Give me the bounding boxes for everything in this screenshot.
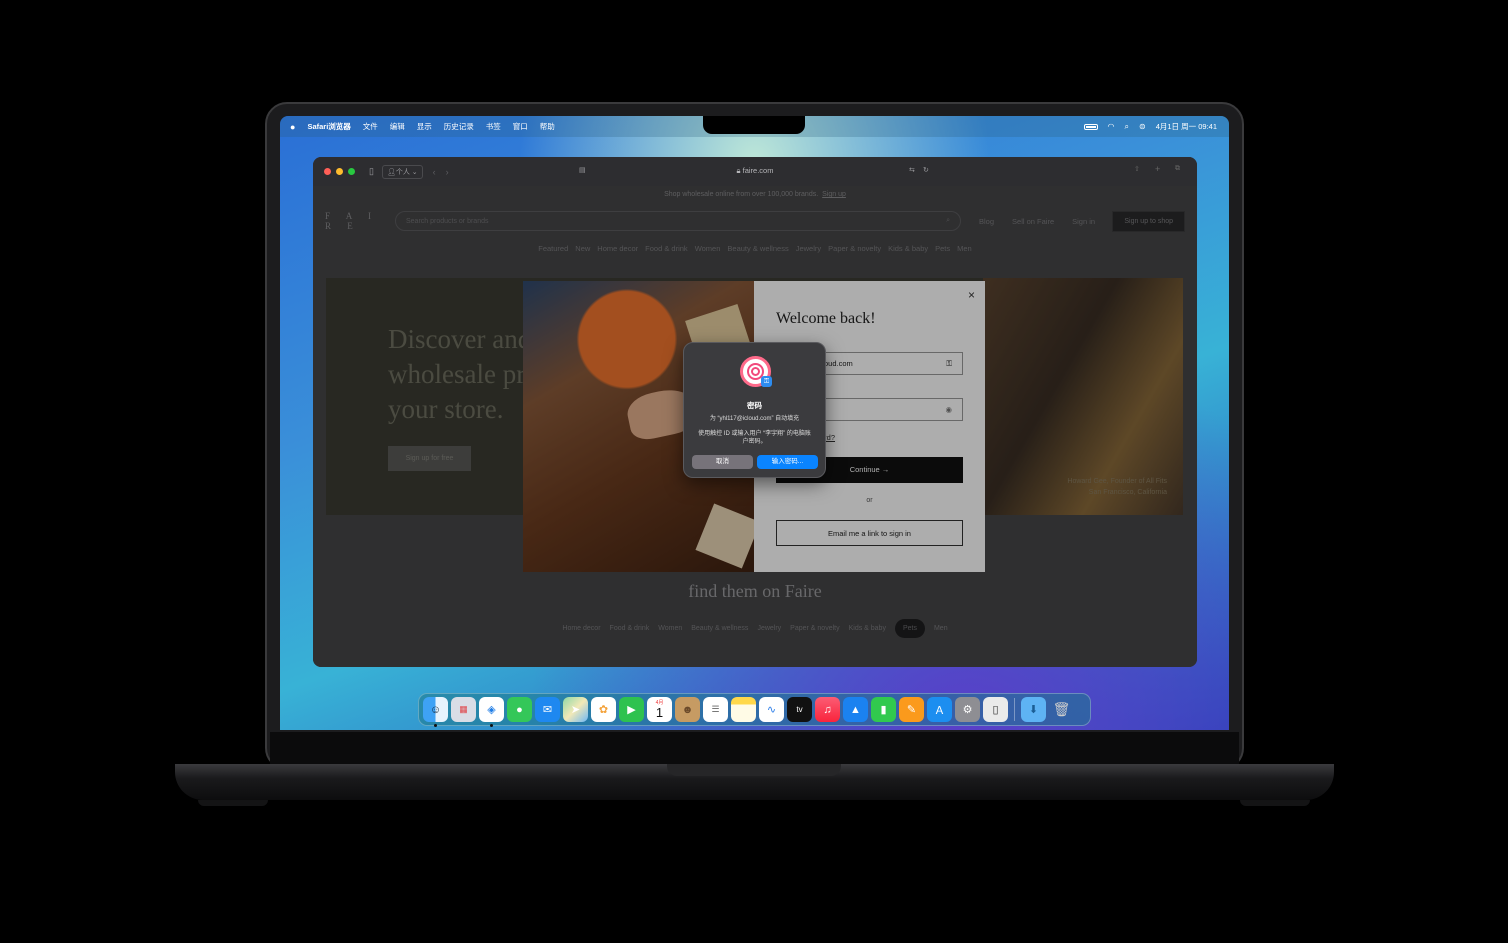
app-menu[interactable]: Safari浏览器: [307, 121, 350, 132]
menu-window[interactable]: 窗口: [513, 121, 528, 132]
safari-icon[interactable]: ◈: [479, 697, 504, 727]
url-text: faire.com: [742, 166, 774, 175]
finder-icon[interactable]: ☺: [423, 697, 448, 727]
new-tab-icon[interactable]: +: [1155, 164, 1160, 174]
app-store-icon[interactable]: Ａ: [927, 697, 952, 722]
calendar-icon[interactable]: 4月 1: [647, 697, 672, 722]
dialog-title: 密码: [747, 401, 762, 410]
numbers-icon[interactable]: ▮: [871, 697, 896, 722]
dialog-subtitle: 为 “yhl117@icloud.com” 自动填充: [709, 416, 800, 422]
camera-notch: [703, 116, 805, 134]
menu-clock[interactable]: 4月1日 周一 09:41: [1156, 121, 1217, 132]
keynote-icon[interactable]: ▲: [843, 697, 868, 722]
dialog-body: 使用触控 ID 或输入用户 “李宇翔” 的电脑账户密码。: [698, 431, 811, 445]
tv-label: tv: [796, 705, 803, 714]
notes-icon[interactable]: [731, 697, 756, 722]
calendar-day: 1: [655, 705, 664, 720]
spotlight-icon[interactable]: ⌕: [1125, 122, 1129, 132]
address-bar[interactable]: 🔒︎ faire.com: [313, 166, 1197, 176]
tabs-icon[interactable]: ⧉: [1175, 165, 1180, 173]
downloads-folder-icon[interactable]: ⬇: [1021, 697, 1046, 722]
system-settings-icon[interactable]: ⚙: [955, 697, 980, 722]
passwords-app-badge-icon: ⚿: [761, 376, 772, 387]
menu-edit[interactable]: 编辑: [390, 121, 405, 132]
facetime-icon[interactable]: ▶: [619, 697, 644, 722]
menu-history[interactable]: 历史记录: [444, 121, 474, 132]
dock: ☺ ▦ ◈ ● ✉ ➤ ✿ ▶ 4月 1 ☻ ☰ ∿ tv ♫ ▲ ▮ ✎ Ａ ⚙…: [418, 693, 1091, 727]
music-icon[interactable]: ♫: [815, 697, 840, 722]
menu-view[interactable]: 显示: [417, 121, 432, 132]
safari-toolbar: ▯ 👤︎个人 ⌄ ‹ › ▤ 🔒︎ faire.com ⇆ ↻ ⇧ + ⧉: [313, 157, 1197, 186]
menu-help[interactable]: 帮助: [540, 121, 555, 132]
apple-tv-icon[interactable]: tv: [787, 697, 812, 722]
autofill-password-dialog: ⚿ 密码 为 “yhl117@icloud.com” 自动填充 使用触控 ID …: [683, 342, 826, 478]
macbook-scene: ● Safari浏览器 文件 编辑 显示 历史记录 书签 窗口 帮助 ◠ ⌕ ⊜…: [0, 0, 1508, 943]
translate-icon[interactable]: ⇆: [909, 166, 915, 174]
reload-icon[interactable]: ↻: [923, 166, 929, 174]
touch-id-fingerprint-icon: ⚿: [740, 356, 772, 387]
menu-bookmarks[interactable]: 书签: [486, 121, 501, 132]
pages-icon[interactable]: ✎: [899, 697, 924, 722]
share-icon[interactable]: ⇧: [1134, 165, 1140, 173]
left-foot: [198, 800, 268, 806]
status-area: ◠ ⌕ ⊜ 4月1日 周一 09:41: [1083, 116, 1217, 137]
cancel-button[interactable]: 取消: [692, 455, 753, 469]
contacts-icon[interactable]: ☻: [675, 697, 700, 722]
dock-separator: [1014, 698, 1015, 721]
battery-icon[interactable]: [1083, 123, 1098, 130]
screen-bezel-bottom: [270, 732, 1239, 764]
wifi-icon[interactable]: ◠: [1108, 122, 1115, 131]
reminders-icon[interactable]: ☰: [703, 697, 728, 722]
control-center-icon[interactable]: ⊜: [1139, 122, 1146, 131]
enter-password-button[interactable]: 输入密码...: [757, 455, 818, 469]
iphone-mirroring-icon[interactable]: ▯: [983, 697, 1008, 722]
maps-icon[interactable]: ➤: [563, 697, 588, 722]
trash-icon[interactable]: 🗑︎: [1049, 697, 1074, 722]
messages-icon[interactable]: ●: [507, 697, 532, 722]
mail-icon[interactable]: ✉: [535, 697, 560, 722]
apple-menu-icon[interactable]: ●: [290, 122, 295, 132]
photos-icon[interactable]: ✿: [591, 697, 616, 722]
base-thumb-slot: [667, 764, 841, 776]
menu-file[interactable]: 文件: [363, 121, 378, 132]
right-foot: [1240, 800, 1310, 806]
freeform-icon[interactable]: ∿: [759, 697, 784, 722]
display: ● Safari浏览器 文件 编辑 显示 历史记录 书签 窗口 帮助 ◠ ⌕ ⊜…: [280, 116, 1229, 730]
launchpad-icon[interactable]: ▦: [451, 697, 476, 722]
